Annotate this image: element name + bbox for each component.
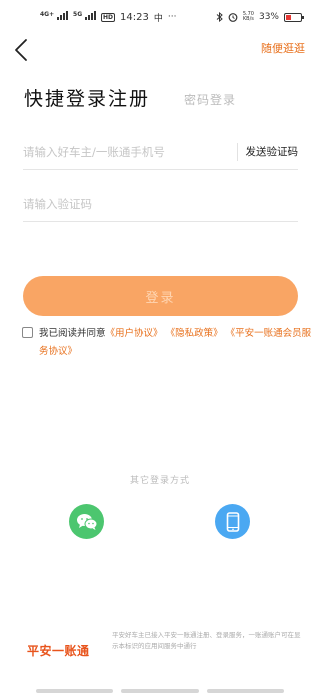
user-agreement-link[interactable]: 《用户协议》 [106,328,163,339]
system-nav-bar [36,689,284,693]
code-field-row [23,186,298,222]
verification-code-input[interactable] [23,186,298,221]
send-code-button[interactable]: 发送验证码 [246,144,299,159]
notification-icon: 中 [153,13,163,24]
agreement-row: 我已阅读并同意《用户协议》 《隐私政策》 《平安一账通会员服务协议》 [22,325,312,361]
nav-handle[interactable] [36,689,114,693]
alarm-clock-icon [228,13,238,22]
phone-field-row: 发送验证码 [23,134,298,170]
phone-input[interactable] [23,134,229,169]
status-bar: 4G+ 5G HD 14:23 中 ··· 5.70 KB/s 33% [0,0,320,34]
battery-percent: 33% [258,12,279,22]
signal-5g-indicator: 5G [73,11,96,23]
agreement-text: 我已阅读并同意《用户协议》 《隐私政策》 《平安一账通会员服务协议》 [39,328,312,357]
status-right: 5.70 KB/s 33% [216,11,304,22]
login-button[interactable]: 登录 [23,276,298,316]
nav-handle[interactable] [206,689,284,693]
phone-login-button[interactable] [215,504,250,539]
more-dots-icon: ··· [167,12,177,22]
signal-bars-icon [57,11,69,20]
signal-4g-indicator: 4G+ [40,11,69,23]
footer-note: 平安好车主已接入平安一账通注册、登录服务，一账通账户可在显示本标识的应用间服务中… [112,631,301,650]
network-speed: 5.70 KB/s [242,11,254,22]
other-login-title: 其它登录方式 [129,476,190,486]
wechat-login-button[interactable] [69,504,104,539]
brand-logo: 平安一账通 [27,644,90,658]
page-title: 快捷登录注册 [24,88,151,110]
status-left: 4G+ 5G HD 14:23 中 ··· [40,11,176,24]
bluetooth-icon [216,12,223,22]
privacy-policy-link[interactable]: 《隐私政策》 [166,328,223,339]
nav-handle[interactable] [121,689,199,693]
status-time: 14:23 [120,11,149,23]
signal-bars-icon [85,11,96,20]
wechat-icon [76,513,97,530]
field-divider [236,142,238,161]
password-login-tab[interactable]: 密码登录 [184,91,236,108]
chevron-left-icon [15,39,27,61]
skip-link[interactable]: 随便逛逛 [261,40,305,56]
battery-icon [284,12,304,22]
mobile-phone-icon [226,511,239,532]
back-button[interactable] [10,36,34,64]
hd-badge: HD [101,12,116,22]
agreement-checkbox[interactable] [22,327,33,338]
